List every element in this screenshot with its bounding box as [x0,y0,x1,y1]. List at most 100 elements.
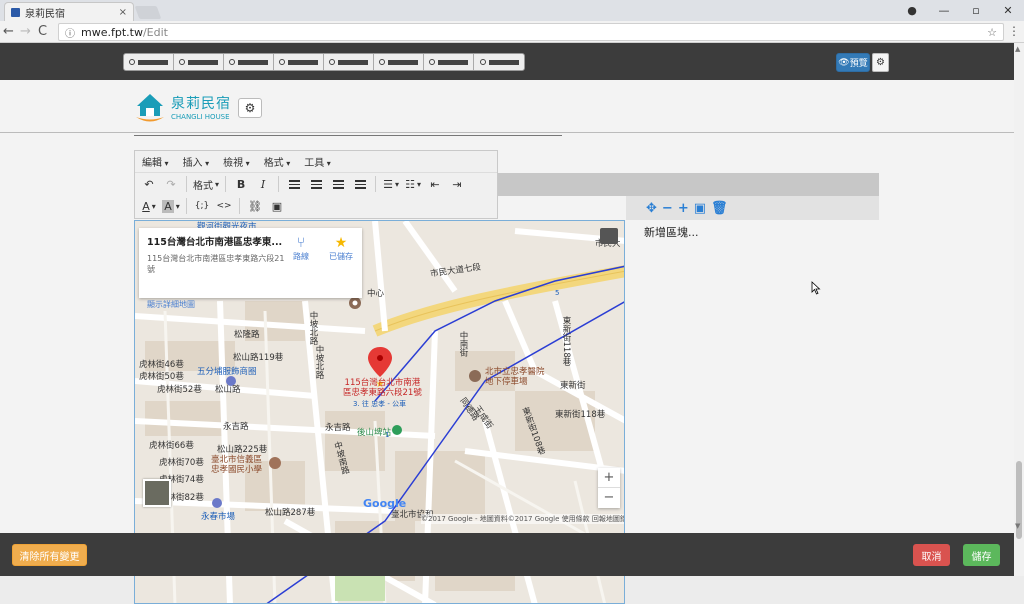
restore-button[interactable]: ▫ [960,4,992,17]
map-label: 虎林街70巷 [159,458,204,468]
place-title: 115台灣台北市南港區忠孝東... [147,237,282,248]
page-canvas: 泉莉民宿 CHANGLI HOUSE ⚙ 編輯插入檢視格式工具 ↶ ↷ 格式 B… [0,80,1014,604]
redacted-label [138,59,168,65]
block-type-button[interactable] [474,54,524,70]
numbered-list-button[interactable]: ☷ [404,175,422,193]
bullet-list-button[interactable]: ☰ [382,175,400,193]
map-label: 中心 [367,289,385,299]
block-type-button[interactable] [324,54,374,70]
preview-button[interactable]: 👁 預覽 [836,53,870,72]
insert-image-button[interactable]: ▣ [268,197,286,215]
block-header-bar [498,173,879,196]
format-dropdown[interactable]: 格式 [193,175,219,193]
bold-button[interactable]: B [232,175,250,193]
directions-button[interactable]: ⑂ 路線 [285,235,317,262]
plus-icon[interactable]: + [678,201,689,216]
info-icon[interactable]: ⓘ [65,25,75,40]
map-label: 臺北市信義區 忠孝國民小學 [211,455,263,475]
browser-tab[interactable]: 泉莉民宿 × [4,2,134,21]
bg-color-button[interactable]: A [162,197,180,215]
source-code-button[interactable]: <> [215,197,233,215]
block-type-button[interactable] [174,54,224,70]
map-label: 松隆路 [234,330,260,340]
address-bar-row: ← → C ⓘ mwe.fpt.tw/Edit ☆ ⋮ [0,21,1024,43]
close-window-button[interactable]: ✕ [992,4,1024,17]
map-label: 北市立忠孝醫院 地下停車場 [485,367,545,387]
map-label: 東新街118巷 [561,316,571,367]
add-circle-icon [129,59,135,65]
street-view-pegman-icon[interactable] [600,228,618,244]
map-label: 松山路225巷 [217,445,268,455]
url-input[interactable]: ⓘ mwe.fpt.tw/Edit ☆ [58,23,1004,41]
star-icon: ★ [334,235,348,251]
google-logo-text: Google [363,497,407,510]
outdent-button[interactable]: ⇤ [426,175,444,193]
reload-button[interactable]: C [34,24,51,39]
add-block-link[interactable]: 新增區塊... [644,224,699,240]
toolbar-separator [239,198,240,214]
scroll-down-arrow-icon[interactable]: ▼ [1015,522,1020,530]
logo-settings-button[interactable]: ⚙ [238,98,262,118]
back-button[interactable]: ← [0,24,17,39]
redacted-label [488,59,519,65]
scroll-up-arrow-icon[interactable]: ▲ [1015,45,1020,53]
satellite-toggle[interactable] [143,479,171,507]
indent-button[interactable]: ⇥ [448,175,466,193]
account-icon[interactable]: ● [896,4,928,17]
editor-toolbar-row-1: ↶ ↷ 格式 B I ☰ ☷ ⇤ ⇥ [135,173,497,195]
settings-gear-button[interactable]: ⚙ [872,53,889,72]
font-color-button[interactable]: A [140,197,158,215]
logo-name-cn: 泉莉民宿 [171,96,231,112]
zoom-out-button[interactable]: − [598,488,620,508]
page-scrollbar[interactable]: ▲ ▼ [1014,43,1024,576]
saved-button[interactable]: ★ 已儲存 [325,235,357,262]
add-circle-icon [479,59,486,65]
clear-changes-button[interactable]: 清除所有變更 [12,544,87,566]
favicon-icon [11,7,20,17]
block-type-button[interactable] [124,54,174,70]
align-left-button[interactable] [285,175,303,193]
block-type-button[interactable] [374,54,424,70]
image-icon: ▣ [271,199,283,213]
browser-menu-icon[interactable]: ⋮ [1008,24,1020,38]
editor-menu-item[interactable]: 編輯 [142,154,169,169]
italic-button[interactable]: I [254,175,272,193]
redo-button[interactable]: ↷ [162,175,180,193]
site-logo[interactable]: 泉莉民宿 CHANGLI HOUSE [133,90,231,124]
larger-map-link[interactable]: 顯示詳細地圖 [147,299,195,310]
toolbar-separator [225,176,227,192]
align-right-button[interactable] [329,175,347,193]
image-icon[interactable]: ▣ [694,201,706,216]
align-justify-button[interactable] [351,175,369,193]
undo-button[interactable]: ↶ [140,175,158,193]
add-circle-icon [229,59,235,65]
editor-menu-item[interactable]: 工具 [304,154,331,169]
minimize-button[interactable]: — [928,4,960,17]
editor-menu-item[interactable]: 插入 [183,154,210,169]
map-label: 3. 往 忠孝 - 公車 [353,400,407,408]
editor-menu-item[interactable]: 檢視 [223,154,250,169]
gear-icon: ⚙ [876,57,885,68]
bookmark-star-icon[interactable]: ☆ [987,26,997,39]
trash-icon[interactable]: 🗑 [711,201,728,216]
align-center-button[interactable] [307,175,325,193]
save-button[interactable]: 儲存 [963,544,1000,566]
forward-button[interactable]: → [17,24,34,39]
block-type-button[interactable] [274,54,324,70]
bottom-action-bar: 清除所有變更 取消 儲存 [0,533,1024,576]
move-icon[interactable]: ✥ [646,201,657,216]
house-logo-icon [136,94,164,122]
url-path: /Edit [142,25,168,39]
zoom-in-button[interactable]: + [598,468,620,488]
block-type-button[interactable] [424,54,474,70]
tab-close-icon[interactable]: × [119,7,127,18]
minus-icon[interactable]: − [662,201,673,216]
code-sample-button[interactable]: {;} [193,197,211,215]
new-tab-button[interactable] [134,6,162,19]
link-button[interactable]: ⛓ [246,197,264,215]
editor-menu-item[interactable]: 格式 [264,154,291,169]
cancel-button[interactable]: 取消 [913,544,950,566]
block-type-button[interactable] [224,54,274,70]
add-circle-icon [329,59,335,65]
add-circle-icon [279,59,285,65]
